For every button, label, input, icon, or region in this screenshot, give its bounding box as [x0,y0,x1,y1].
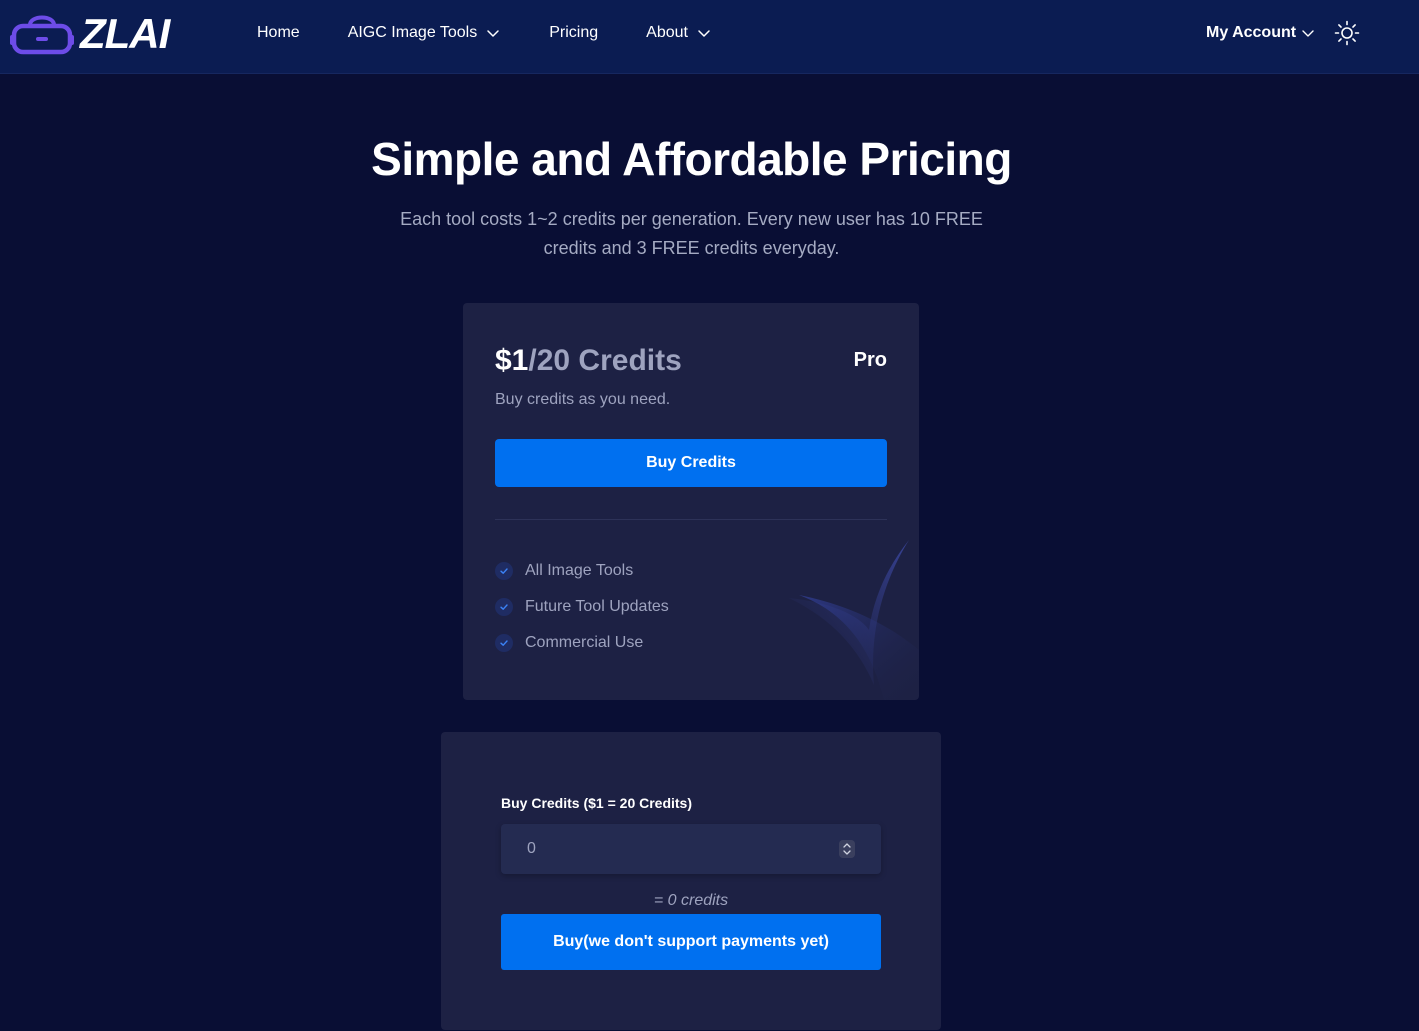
site-header: ZLAI Home AIGC Image Tools Pricing About… [0,0,1419,74]
nav-item-aigc-image-tools[interactable]: AIGC Image Tools [348,24,502,42]
pricing-card: $1/20 Credits Pro Buy credits as you nee… [463,303,919,700]
feature-list: All Image Tools Future Tool Updates Comm… [495,553,669,661]
check-icon [495,562,513,580]
price-amount: $1 [495,344,529,377]
nav-item-label: About [646,24,688,41]
list-item: Commercial Use [495,625,669,661]
chevron-down-icon [1302,30,1314,37]
feature-label: All Image Tools [525,562,634,579]
credits-amount-value: 0 [527,840,536,857]
buy-button[interactable]: Buy(we don't support payments yet) [501,914,881,970]
nav-item-label: Pricing [549,24,599,41]
up-down-arrows-icon[interactable] [839,840,855,858]
chevron-down-icon [487,30,499,37]
my-account-label: My Account [1206,24,1297,41]
credits-result: = 0 credits [653,892,729,909]
card-description: Buy credits as you need. [495,391,671,408]
decorative-shape [789,540,919,700]
main-nav: Home AIGC Image Tools Pricing About [257,0,760,66]
chevron-down-icon [698,30,710,37]
my-account-menu[interactable]: My Account [1206,0,1316,66]
nav-item-label: Home [257,24,300,41]
page-subtitle: Each tool costs 1~2 credits per generati… [400,209,983,258]
feature-label: Commercial Use [525,634,644,651]
vr-headset-icon [10,15,74,55]
buy-credits-label: Buy Credits ($1 = 20 Credits) [501,795,693,811]
divider [495,519,887,520]
logo[interactable]: ZLAI [10,8,170,60]
nav-item-pricing[interactable]: Pricing [549,24,598,42]
price-unit: /20 Credits [528,344,682,377]
nav-item-label: AIGC Image Tools [347,24,478,41]
feature-label: Future Tool Updates [525,598,669,615]
price: $1/20 Credits [495,343,682,379]
buy-credits-button[interactable]: Buy Credits [495,439,887,487]
nav-item-about[interactable]: About [646,24,712,42]
list-item: All Image Tools [495,553,669,589]
check-icon [495,598,513,616]
tier-label: Pro [853,349,887,371]
list-item: Future Tool Updates [495,589,669,625]
sun-icon[interactable] [1334,20,1360,46]
nav-item-home[interactable]: Home [257,24,300,42]
credits-amount-input[interactable]: 0 [501,824,881,874]
logo-text: ZLAI [80,10,170,57]
check-icon [495,634,513,652]
page-title: Simple and Affordable Pricing [371,133,1012,185]
buy-credits-panel: Buy Credits ($1 = 20 Credits) 0 = 0 cred… [441,732,941,1030]
